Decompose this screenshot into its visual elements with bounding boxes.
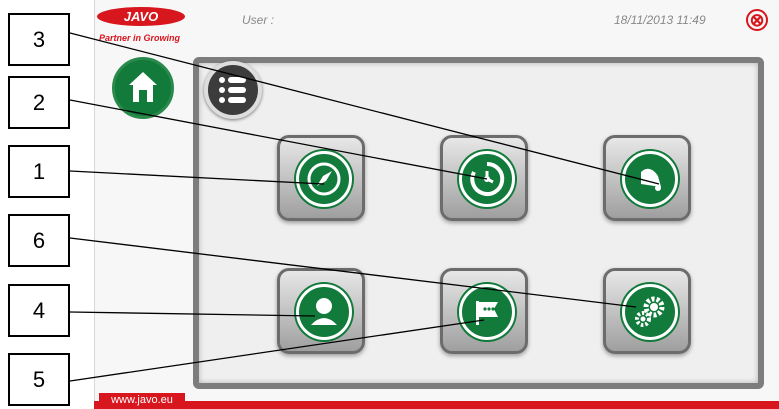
callout-leader-lines [69,32,660,382]
